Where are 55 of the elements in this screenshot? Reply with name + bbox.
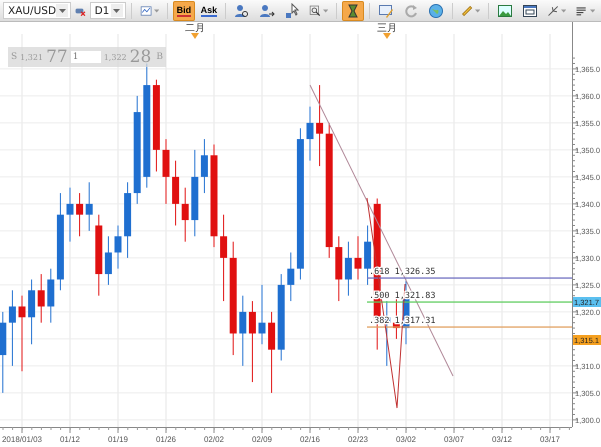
candlestick xyxy=(114,224,122,270)
quantity-field[interactable]: 1 xyxy=(70,51,101,63)
price-toggle[interactable]: Bid xyxy=(172,0,195,20)
candlestick xyxy=(104,236,112,286)
date-axis-label: 03/02 xyxy=(396,435,416,444)
caret-icon[interactable] xyxy=(58,8,66,12)
candlestick xyxy=(287,252,294,302)
globe-icon xyxy=(428,2,444,18)
symbol-dropdown[interactable]: XAU/USD xyxy=(3,2,72,19)
user-search-icon xyxy=(234,2,250,18)
month-label: 三月 xyxy=(377,23,397,34)
candlestick xyxy=(47,268,54,324)
refresh-icon xyxy=(402,2,419,18)
date-axis-label: 02/02 xyxy=(204,435,224,444)
user-arrow-icon xyxy=(258,2,275,18)
cursor-icon xyxy=(284,2,300,18)
date-axis-label: 03/17 xyxy=(540,435,560,444)
candlestick xyxy=(200,138,208,194)
toolbar-button[interactable] xyxy=(342,0,364,20)
picture-icon xyxy=(496,2,513,18)
candlestick xyxy=(182,187,189,242)
date-axis-label: 01/19 xyxy=(108,435,128,444)
price-toggle[interactable]: Ask xyxy=(198,0,220,20)
date-axis-label: 2018/01/03 xyxy=(2,435,42,444)
candlestick xyxy=(364,224,372,286)
date-axis-label: 02/09 xyxy=(252,435,272,444)
candlestick xyxy=(38,274,45,324)
candlestick xyxy=(172,160,180,226)
date-axis-label: 02/23 xyxy=(348,435,368,444)
date-axis-label: 02/16 xyxy=(300,435,320,444)
date-axis-label: 01/26 xyxy=(156,435,176,444)
sell-label: S xyxy=(11,52,18,62)
buy-label: B xyxy=(156,52,163,62)
candlestick xyxy=(258,284,266,345)
caret-icon[interactable] xyxy=(113,8,120,12)
candlestick xyxy=(306,106,314,162)
candlestick xyxy=(344,241,352,296)
candlestick xyxy=(66,187,74,242)
month-marker-icon xyxy=(383,33,391,39)
timeframe-dropdown[interactable]: D1 xyxy=(90,2,126,19)
note-icon xyxy=(378,2,394,18)
candlestick xyxy=(28,278,36,345)
zoom-icon xyxy=(308,2,321,18)
candlestick xyxy=(239,295,246,366)
candlestick xyxy=(76,192,84,237)
window-icon xyxy=(522,2,538,18)
date-axis-label: 03/07 xyxy=(444,435,464,444)
month-label: 二月 xyxy=(185,23,205,34)
date-axis-label: 01/12 xyxy=(60,435,80,444)
date-axis-label: 03/12 xyxy=(492,435,512,444)
candlestick xyxy=(335,236,342,302)
month-marker-icon xyxy=(191,33,199,39)
candlestick xyxy=(354,236,362,280)
candlestick xyxy=(162,138,170,204)
candlestick xyxy=(86,182,93,232)
